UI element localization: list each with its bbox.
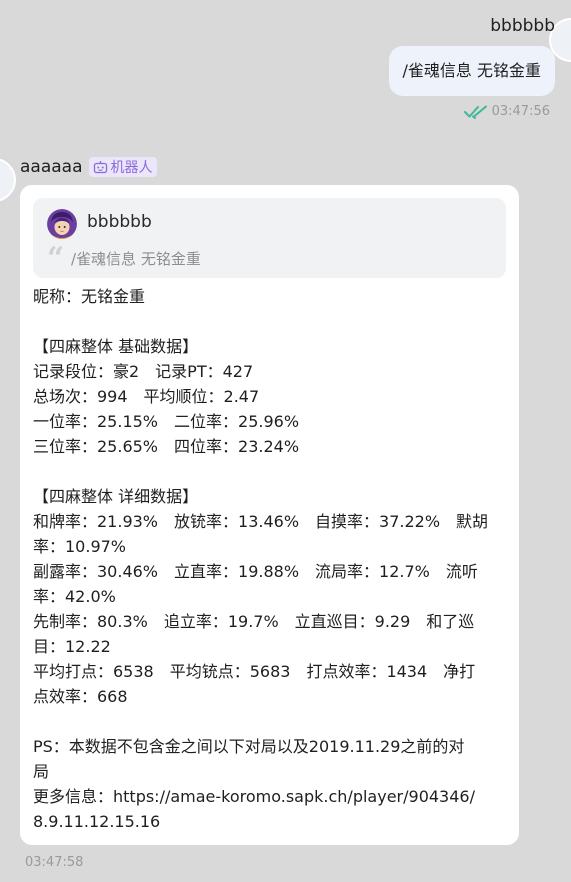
message-line [33,309,508,334]
message-body: 昵称：无铭金重 【四麻整体 基础数据】 记录段位：豪2 记录PT：427 总场次… [33,284,508,834]
quote-mark-icon: “ [47,241,65,276]
message-line: 局 [33,762,50,781]
message-line: 率：42.0% [33,587,116,606]
outgoing-message-status: 03:47:56 [463,104,550,119]
outgoing-message-time: 03:47:56 [491,104,550,119]
quoted-message[interactable]: bbbbbb “ /雀魂信息 无铭金重 [33,198,506,278]
message-line: 副露率：30.46% 立直率：19.88% 流局率：12.7% 流听 [33,562,478,581]
outgoing-message-bubble[interactable]: /雀魂信息 无铭金重 [388,46,555,96]
message-line [33,709,508,734]
message-line [33,459,508,484]
message-link-line[interactable]: 8.9.11.12.15.16 [33,809,508,834]
quoted-sender-name: bbbbbb [87,212,152,232]
message-line: 【四麻整体 详细数据】 [33,487,199,506]
incoming-message-header: aaaaaa 机器人 [20,157,157,177]
outgoing-sender-name: bbbbbb [490,16,555,36]
message-line: 先制率：80.3% 追立率：19.7% 立直巡目：9.29 和了巡 [33,612,475,631]
incoming-message-bubble[interactable]: bbbbbb “ /雀魂信息 无铭金重 昵称：无铭金重 【四麻整体 基础数据】 … [20,185,519,845]
bot-badge-label: 机器人 [110,160,153,176]
message-line: 平均打点：6538 平均铳点：5683 打点效率：1434 净打 [33,662,476,681]
message-line: 总场次：994 平均顺位：2.47 [33,387,260,406]
message-line: 一位率：25.15% 二位率：25.96% [33,412,300,431]
incoming-message-time: 03:47:58 [25,855,84,870]
message-line: 点效率：668 [33,687,128,706]
message-line: PS：本数据不包含金之间以下对局以及2019.11.29之前的对 [33,737,465,756]
message-line: 率：10.97% [33,537,127,556]
quoted-text: /雀魂信息 无铭金重 [71,250,201,268]
double-check-icon [463,105,488,119]
message-link-line[interactable]: 更多信息：https://amae-koromo.sapk.ch/player/… [33,784,508,809]
message-line: 【四麻整体 基础数据】 [33,337,199,356]
message-line: 昵称：无铭金重 [33,287,146,306]
robot-icon [93,160,108,174]
quoted-sender-avatar [47,209,77,239]
incoming-avatar[interactable] [0,158,16,202]
message-line: 记录段位：豪2 记录PT：427 [33,362,254,381]
bot-badge: 机器人 [88,157,157,177]
message-line: 三位率：25.65% 四位率：23.24% [33,437,300,456]
message-line: 和牌率：21.93% 放铳率：13.46% 自摸率：37.22% 默胡 [33,512,489,531]
incoming-sender-name[interactable]: aaaaaa [20,157,83,177]
message-line: 目：12.22 [33,637,111,656]
